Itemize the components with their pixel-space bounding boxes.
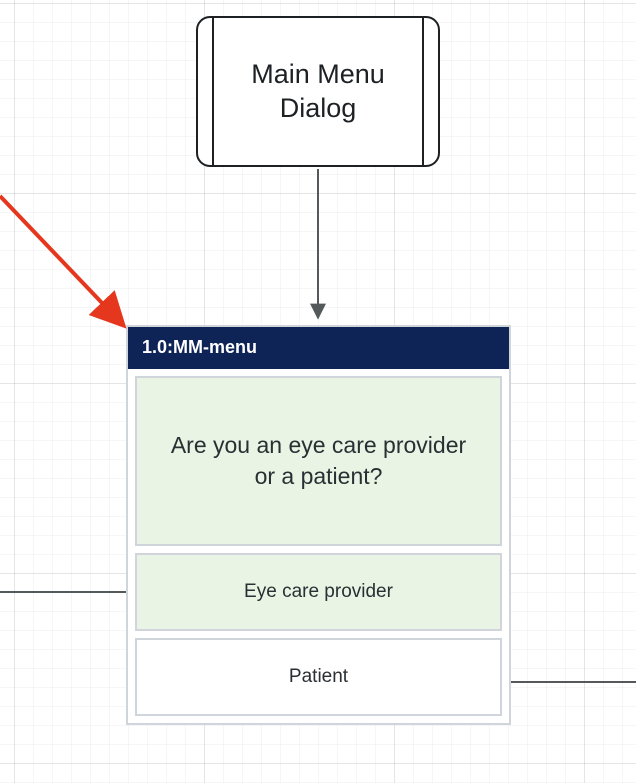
- menu-option-patient[interactable]: Patient: [135, 638, 502, 716]
- menu-option-label: Eye care provider: [244, 581, 393, 603]
- dialog-node-main-menu[interactable]: Main Menu Dialog: [196, 16, 440, 167]
- menu-card-header: 1.0:MM-menu: [128, 327, 509, 369]
- menu-option-eye-care-provider[interactable]: Eye care provider: [135, 553, 502, 631]
- dialog-rail-right: [422, 18, 424, 165]
- menu-card[interactable]: 1.0:MM-menu Are you an eye care provider…: [126, 325, 511, 725]
- menu-card-prompt: Are you an eye care provider or a patien…: [135, 376, 502, 546]
- dialog-rail-left: [212, 18, 214, 165]
- menu-option-label: Patient: [289, 666, 348, 688]
- diagram-canvas[interactable]: Main Menu Dialog 1.0:MM-menu Are you an …: [0, 0, 636, 783]
- dialog-node-label: Main Menu Dialog: [198, 58, 438, 126]
